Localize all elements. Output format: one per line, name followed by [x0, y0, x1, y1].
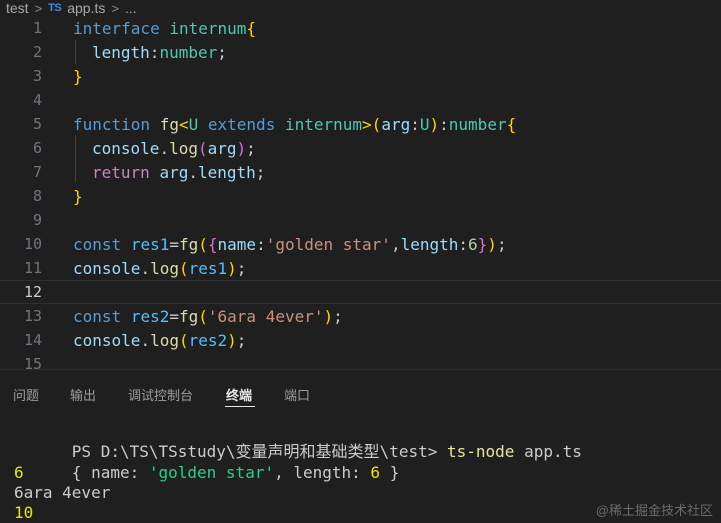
code-editor[interactable]: 1 interface internum{ 2 length:number; 3…	[0, 16, 721, 369]
panel-tab-bar: 问题 输出 调试控制台 终端 端口	[0, 370, 721, 414]
line-number: 8	[32, 187, 42, 205]
code-line[interactable]: 14 console.log(res2);	[0, 328, 721, 352]
vscode-window: test > TS app.ts > ... 1 interface inter…	[0, 0, 721, 523]
line-number: 10	[23, 235, 42, 253]
tab-terminal[interactable]: 终端	[226, 385, 252, 404]
line-number: 9	[32, 211, 42, 229]
code-line[interactable]: 5 function fg<U extends internum>(arg:U)…	[0, 112, 721, 136]
code-text: interface internum{	[73, 18, 257, 38]
terminal-command: ts-node	[447, 442, 515, 461]
code-line[interactable]: 10 const res1=fg({name:'golden star',len…	[0, 232, 721, 256]
code-line[interactable]: 9	[0, 208, 721, 232]
breadcrumb-file[interactable]: app.ts	[67, 1, 105, 15]
line-number: 11	[23, 259, 42, 277]
code-line[interactable]: 11 console.log(res1);	[0, 256, 721, 280]
line-number: 2	[32, 43, 42, 61]
breadcrumb-folder[interactable]: test	[6, 1, 29, 15]
tab-debug-console[interactable]: 调试控制台	[128, 385, 193, 404]
breadcrumb-symbols[interactable]: ...	[125, 1, 137, 15]
typescript-file-icon: TS	[48, 1, 62, 14]
line-number: 1	[32, 19, 42, 37]
code-line[interactable]: 2 length:number;	[0, 40, 721, 64]
terminal-output-line: 6	[14, 463, 24, 482]
line-number: 4	[32, 91, 42, 109]
line-number: 12	[23, 283, 42, 301]
breadcrumb-separator-icon: >	[34, 0, 43, 16]
code-line[interactable]: 15	[0, 352, 721, 369]
terminal-output-line: 6ara 4ever	[14, 483, 111, 502]
code-text: const res1=fg({name:'golden star',length…	[73, 234, 507, 254]
code-line-active[interactable]: 12	[0, 280, 721, 304]
terminal-output-line: { name: 'golden star', length: 6 }	[71, 463, 400, 482]
code-text: console.log(arg);	[92, 138, 256, 158]
code-line[interactable]: 1 interface internum{	[0, 16, 721, 40]
line-number: 5	[32, 115, 42, 133]
line-number: 7	[32, 163, 42, 181]
code-text: length:number;	[92, 42, 227, 62]
watermark: @稀土掘金技术社区	[595, 503, 713, 518]
code-text: console.log(res1);	[73, 258, 247, 278]
code-line[interactable]: 4	[0, 88, 721, 112]
code-text: const res2=fg('6ara 4ever');	[73, 306, 343, 326]
tab-output[interactable]: 输出	[70, 385, 96, 404]
breadcrumb-separator-icon: >	[111, 0, 119, 16]
line-number: 15	[23, 355, 42, 369]
tab-problems[interactable]: 问题	[13, 385, 39, 404]
code-text: }	[73, 66, 83, 86]
code-text: function fg<U extends internum>(arg:U):n…	[73, 114, 517, 134]
code-line[interactable]: 8 }	[0, 184, 721, 208]
line-number: 13	[23, 307, 42, 325]
code-line[interactable]: 13 const res2=fg('6ara 4ever');	[0, 304, 721, 328]
line-number: 3	[32, 67, 42, 85]
breadcrumb: test > TS app.ts > ...	[0, 0, 721, 16]
line-number: 6	[32, 139, 42, 157]
code-text: return arg.length;	[92, 162, 266, 182]
terminal-prompt-line: PS D:\TS\TSstudy\变量声明和基础类型\test> ts-node…	[14, 422, 582, 461]
code-line[interactable]: 3 }	[0, 64, 721, 88]
active-tab-indicator	[225, 406, 255, 407]
code-text: }	[73, 186, 83, 206]
code-text: console.log(res2);	[73, 330, 247, 350]
code-line[interactable]: 6 console.log(arg);	[0, 136, 721, 160]
terminal-output-line: 10	[14, 503, 34, 522]
tab-ports[interactable]: 端口	[284, 385, 310, 404]
terminal-command-arg: app.ts	[514, 442, 582, 461]
line-number: 14	[23, 331, 42, 349]
code-line[interactable]: 7 return arg.length;	[0, 160, 721, 184]
